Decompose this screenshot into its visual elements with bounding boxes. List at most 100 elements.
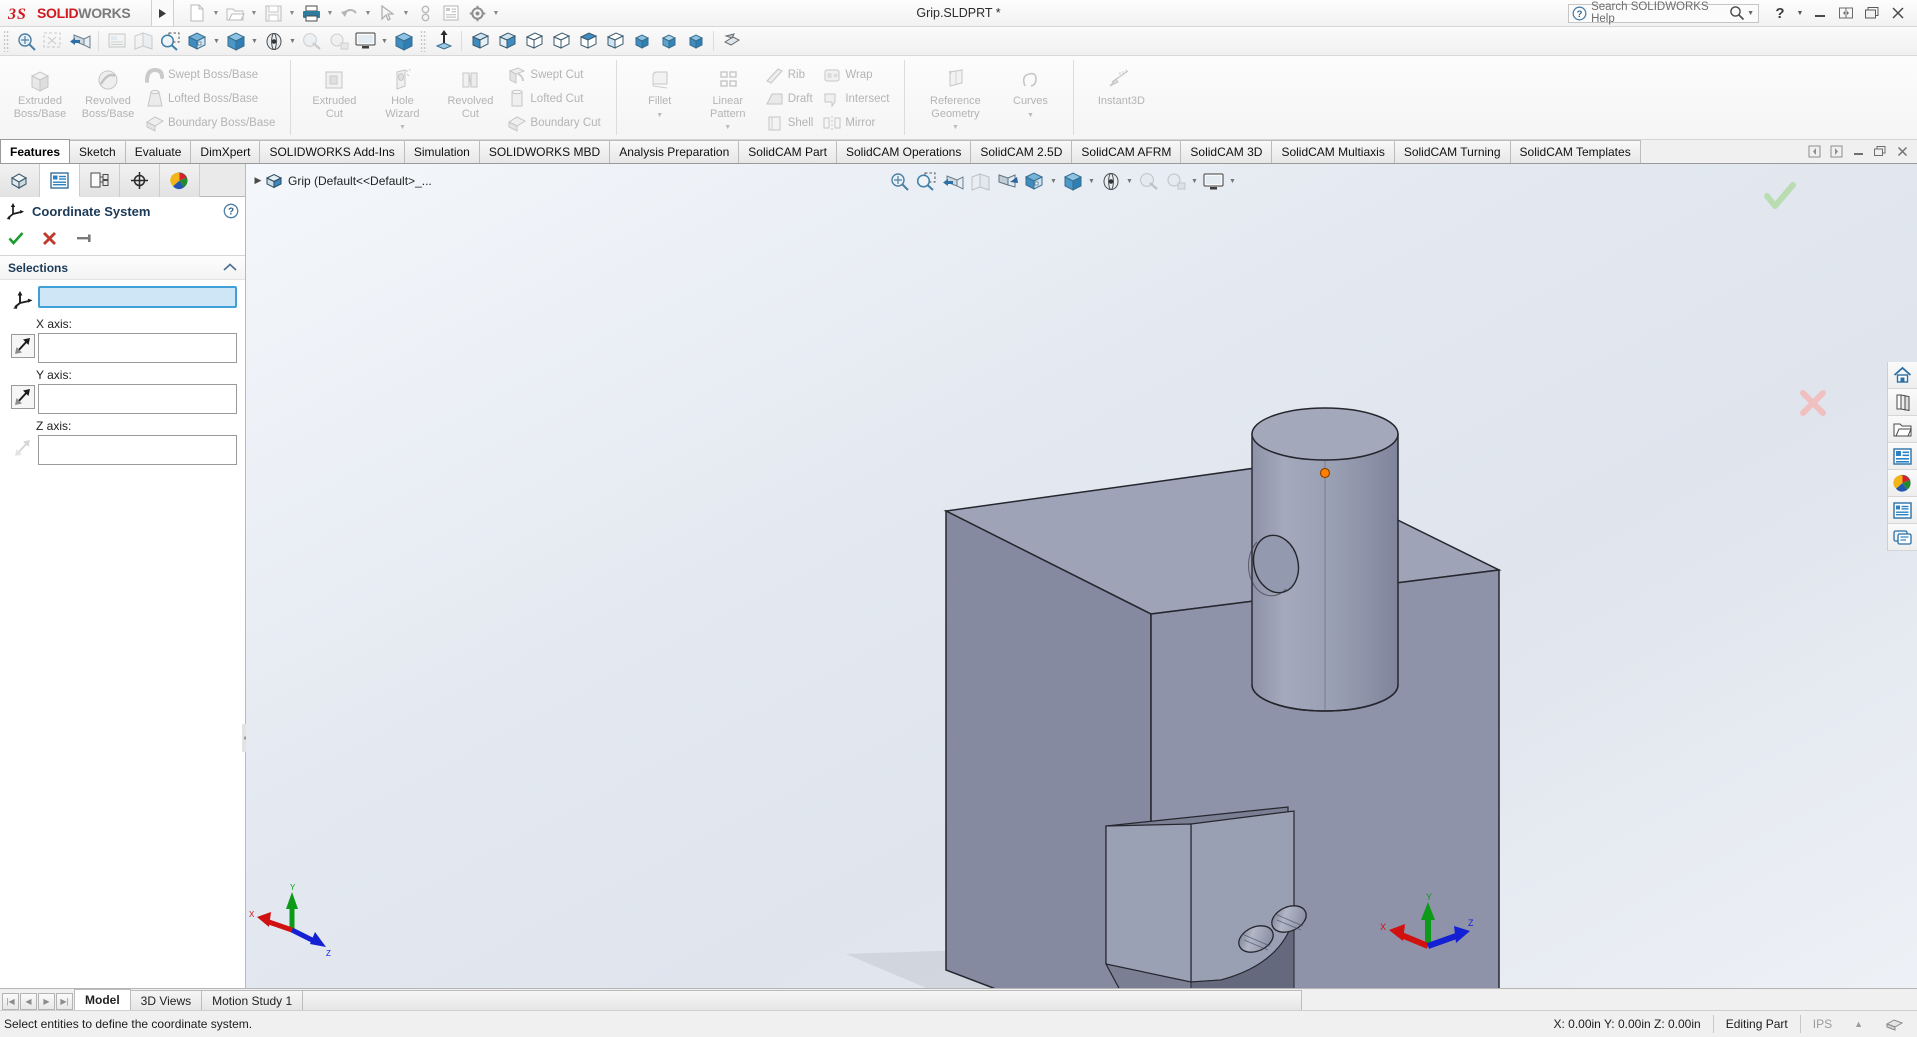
undo-icon[interactable] bbox=[336, 1, 362, 25]
lofted-boss-base-button[interactable]: Lofted Boss/Base bbox=[142, 87, 281, 111]
last-tab-icon[interactable]: ▶| bbox=[56, 993, 73, 1010]
zoom-magnifier-icon[interactable] bbox=[157, 29, 184, 54]
select-caret-icon[interactable]: ▼ bbox=[400, 1, 412, 25]
display-manager-tab[interactable] bbox=[160, 164, 200, 197]
hole-wizard-caret-icon[interactable]: ▼ bbox=[399, 122, 406, 135]
doc-minimize-icon[interactable] bbox=[1847, 141, 1869, 161]
y-axis-selection-box[interactable] bbox=[38, 384, 237, 414]
normal-to-icon[interactable] bbox=[718, 29, 745, 54]
open-document-caret-icon[interactable]: ▼ bbox=[248, 1, 260, 25]
first-tab-icon[interactable]: |◀ bbox=[2, 993, 19, 1010]
minimize-icon[interactable] bbox=[1807, 2, 1833, 24]
next-tab-icon[interactable]: ▶ bbox=[38, 993, 55, 1010]
undo-caret-icon[interactable]: ▼ bbox=[362, 1, 374, 25]
overlay-toggle-icon[interactable] bbox=[1873, 1015, 1917, 1034]
save-icon[interactable] bbox=[260, 1, 286, 25]
options-caret-icon[interactable]: ▼ bbox=[490, 1, 502, 25]
zoom-to-fit-icon[interactable] bbox=[13, 29, 40, 54]
keep-visible-pin-button[interactable] bbox=[75, 231, 93, 245]
toolbar-grip-handle-2[interactable] bbox=[420, 30, 427, 52]
graphics-viewport[interactable]: ▶ Grip (Default<<Default>_... ▼ ▼ ▼ ▼ ▼ … bbox=[246, 164, 1917, 1007]
search-icon[interactable] bbox=[1729, 5, 1745, 21]
select-arrow-icon[interactable] bbox=[374, 1, 400, 25]
zoom-to-area-icon[interactable] bbox=[40, 29, 67, 54]
new-document-icon[interactable] bbox=[184, 1, 210, 25]
tab-solidcam-turning[interactable]: SolidCAM Turning bbox=[1393, 140, 1511, 163]
standard-view-front-icon[interactable] bbox=[466, 29, 493, 54]
hide-show-items-icon[interactable] bbox=[222, 29, 249, 54]
instant3d-button[interactable]: Instant3D bbox=[1083, 59, 1159, 108]
tab-solidcam-25d[interactable]: SolidCAM 2.5D bbox=[970, 140, 1073, 163]
tab-features[interactable]: Features bbox=[0, 139, 71, 163]
hole-wizard-button[interactable]: Hole Wizard ▼ bbox=[368, 59, 436, 135]
reference-geometry-caret-icon[interactable]: ▼ bbox=[952, 122, 959, 135]
search-caret-icon[interactable]: ▼ bbox=[1745, 10, 1756, 17]
options-gear-icon[interactable] bbox=[464, 1, 490, 25]
close-icon[interactable] bbox=[1885, 2, 1911, 24]
boundary-cut-button[interactable]: Boundary Cut bbox=[504, 111, 606, 135]
edit-appearance-icon[interactable] bbox=[260, 29, 287, 54]
x-axis-selection-box[interactable] bbox=[38, 333, 237, 363]
search-input[interactable]: Search SOLIDWORKS Help bbox=[1591, 1, 1729, 25]
pane-right-icon[interactable] bbox=[1825, 141, 1847, 161]
tab-evaluate[interactable]: Evaluate bbox=[124, 140, 192, 163]
mirror-button[interactable]: Mirror bbox=[819, 111, 895, 135]
tab-solidworks-add-ins[interactable]: SOLIDWORKS Add-Ins bbox=[259, 140, 405, 163]
maximize-icon[interactable] bbox=[1859, 2, 1885, 24]
doc-close-icon[interactable] bbox=[1891, 141, 1913, 161]
revolved-cut-button[interactable]: Revolved Cut bbox=[436, 59, 504, 120]
doc-restore-icon[interactable] bbox=[1869, 141, 1891, 161]
boundary-boss-base-button[interactable]: Boundary Boss/Base bbox=[142, 111, 281, 135]
section-header-selections[interactable]: Selections bbox=[0, 256, 245, 280]
section-view-icon[interactable] bbox=[103, 29, 130, 54]
appearance-caret-icon[interactable]: ▼ bbox=[287, 29, 298, 53]
standard-view-bottom-icon[interactable] bbox=[601, 29, 628, 54]
toolbar-grip-handle[interactable] bbox=[3, 30, 10, 52]
extruded-cut-button[interactable]: Extruded Cut bbox=[300, 59, 368, 120]
swept-boss-base-button[interactable]: Swept Boss/Base bbox=[142, 63, 281, 87]
tab-analysis-preparation[interactable]: Analysis Preparation bbox=[609, 140, 740, 163]
status-units-caret-icon[interactable]: ▲ bbox=[1844, 1015, 1873, 1034]
view-home-icon[interactable] bbox=[1888, 362, 1917, 389]
shell-button[interactable]: Shell bbox=[762, 111, 820, 135]
intersect-button[interactable]: Intersect bbox=[819, 87, 895, 111]
save-caret-icon[interactable]: ▼ bbox=[286, 1, 298, 25]
standard-view-trimetric-icon[interactable] bbox=[655, 29, 682, 54]
open-document-icon[interactable] bbox=[222, 1, 248, 25]
file-properties-icon[interactable] bbox=[438, 1, 464, 25]
standard-view-iso-icon[interactable] bbox=[628, 29, 655, 54]
appearances-scenes-icon[interactable] bbox=[1888, 470, 1917, 497]
wrap-button[interactable]: Wrap bbox=[819, 63, 895, 87]
display-style-caret-icon[interactable]: ▼ bbox=[211, 29, 222, 53]
property-manager-tab[interactable] bbox=[40, 164, 80, 197]
previous-view-icon[interactable] bbox=[67, 29, 94, 54]
isometric-cube-icon[interactable] bbox=[390, 29, 417, 54]
cancel-x-button[interactable] bbox=[42, 231, 57, 246]
standard-view-back-icon[interactable] bbox=[493, 29, 520, 54]
origin-selection-box[interactable] bbox=[38, 286, 237, 308]
revolved-boss-base-button[interactable]: Revolved Boss/Base bbox=[74, 59, 142, 120]
restore-pin-icon[interactable] bbox=[1833, 2, 1859, 24]
standard-view-left-icon[interactable] bbox=[520, 29, 547, 54]
bottom-tab-model[interactable]: Model bbox=[74, 989, 131, 1010]
feature-manager-tree-tab[interactable] bbox=[0, 164, 40, 197]
bottom-tab-3d-views[interactable]: 3D Views bbox=[129, 990, 203, 1010]
display-style-icon[interactable] bbox=[184, 29, 211, 54]
viewport-layout-caret-icon[interactable]: ▼ bbox=[379, 29, 390, 53]
new-document-caret-icon[interactable]: ▼ bbox=[210, 1, 222, 25]
chevron-up-icon[interactable] bbox=[223, 263, 237, 272]
dimxpert-manager-tab[interactable] bbox=[120, 164, 160, 197]
prev-tab-icon[interactable]: ◀ bbox=[20, 993, 37, 1010]
fillet-caret-icon[interactable]: ▼ bbox=[656, 110, 663, 123]
file-explorer-icon[interactable] bbox=[1888, 443, 1917, 470]
menu-expand-arrow-icon[interactable] bbox=[152, 0, 174, 26]
help-question-button[interactable]: ? bbox=[1767, 2, 1793, 24]
standard-view-right-icon[interactable] bbox=[547, 29, 574, 54]
swept-cut-button[interactable]: Swept Cut bbox=[504, 63, 606, 87]
configuration-manager-tab[interactable] bbox=[80, 164, 120, 197]
tab-solidcam-3d[interactable]: SolidCAM 3D bbox=[1180, 140, 1273, 163]
tab-solidcam-multiaxis[interactable]: SolidCAM Multiaxis bbox=[1271, 140, 1395, 163]
standard-view-top-icon[interactable] bbox=[574, 29, 601, 54]
solidworks-logo[interactable]: 3S SOLID WORKS bbox=[0, 0, 152, 26]
print-icon[interactable] bbox=[298, 1, 324, 25]
